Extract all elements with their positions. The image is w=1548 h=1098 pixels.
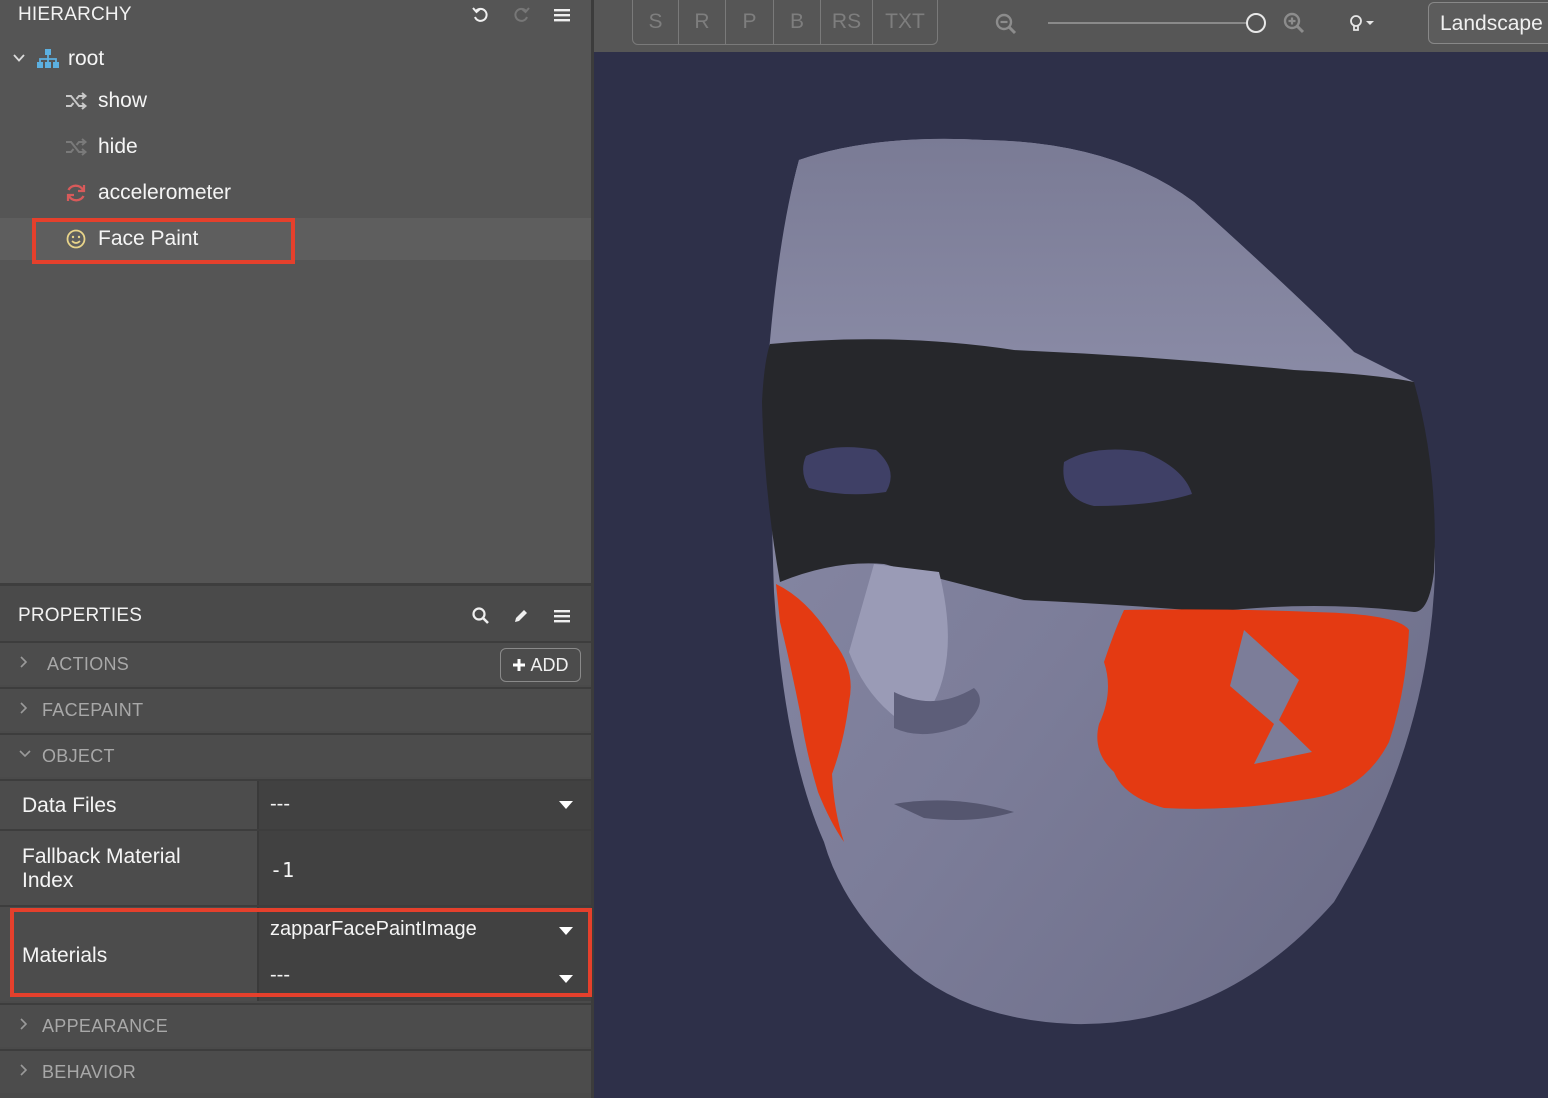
zoom-slider-track[interactable] — [1048, 22, 1254, 24]
menu-icon[interactable] — [551, 4, 573, 26]
view-mode-rs-button[interactable]: RS — [821, 0, 873, 44]
zoom-out-icon[interactable] — [994, 12, 1018, 41]
section-title: APPEARANCE — [42, 1016, 169, 1036]
prop-label-line1: Fallback Material — [22, 845, 181, 868]
chevron-right-icon — [18, 701, 32, 715]
view-mode-txt-button[interactable]: TXT — [873, 0, 937, 44]
prop-value: -1 — [270, 858, 295, 882]
fallback-index-input[interactable]: -1 — [257, 831, 591, 905]
add-action-button[interactable]: ADD — [500, 648, 581, 682]
plus-icon — [513, 659, 526, 671]
section-actions[interactable]: ACTIONS ADD — [0, 641, 591, 685]
section-appearance[interactable]: APPEARANCE — [0, 1003, 591, 1047]
zoom-slider-handle[interactable] — [1246, 13, 1266, 33]
search-icon[interactable] — [470, 605, 492, 627]
chevron-right-icon — [18, 1017, 32, 1031]
hierarchy-panel: HIERARCHY root show hide accelerometer F… — [0, 0, 591, 586]
light-bulb-icon[interactable] — [1348, 14, 1380, 39]
tree-item-show[interactable]: show — [0, 80, 591, 122]
tree-item-label: hide — [98, 135, 138, 158]
section-behavior[interactable]: BEHAVIOR — [0, 1049, 591, 1093]
properties-header: PROPERTIES — [0, 589, 591, 641]
materials-highlight — [10, 908, 592, 997]
undo-icon[interactable] — [470, 4, 492, 26]
view-mode-s-button[interactable]: S — [633, 0, 679, 44]
view-mode-buttons: S R P B RS TXT — [632, 0, 938, 45]
zoom-in-icon[interactable] — [1282, 11, 1306, 40]
prop-fallback-material-index: Fallback Material Index -1 — [0, 829, 591, 905]
left-panels: HIERARCHY root show hide accelerometer F… — [0, 0, 594, 1098]
prop-label: Data Files — [22, 794, 117, 817]
data-files-select[interactable]: --- — [257, 781, 591, 829]
section-object[interactable]: OBJECT — [0, 733, 591, 777]
face-paint-highlight — [32, 218, 295, 264]
shuffle-icon — [64, 136, 88, 158]
tree-item-label: root — [68, 47, 105, 70]
chevron-right-icon — [18, 1063, 32, 1077]
section-facepaint[interactable]: FACEPAINT — [0, 687, 591, 731]
left-eye-hole — [803, 447, 891, 495]
view-mode-r-button[interactable]: R — [679, 0, 726, 44]
orientation-dropdown[interactable]: Landscape — [1428, 2, 1548, 44]
prop-label-line2: Index — [22, 869, 74, 892]
shuffle-icon — [64, 90, 88, 112]
caret-down-icon — [559, 801, 573, 809]
tree-item-root[interactable]: root — [0, 38, 591, 80]
face-mesh-preview[interactable] — [594, 52, 1548, 1098]
tree-item-label: show — [98, 89, 148, 112]
tree-item-label: accelerometer — [98, 181, 232, 204]
redo-icon[interactable] — [510, 4, 532, 26]
properties-panel: PROPERTIES ACTIONS ADD FACEPAINT OBJECT … — [0, 589, 592, 1098]
add-button-label: ADD — [530, 654, 569, 675]
hierarchy-tree-icon — [36, 48, 60, 70]
prop-value: --- — [270, 793, 290, 815]
pencil-icon[interactable] — [510, 605, 532, 627]
3d-viewport[interactable]: S R P B RS TXT Landscape — [594, 0, 1548, 1098]
hierarchy-title: HIERARCHY — [18, 4, 132, 25]
menu-icon[interactable] — [551, 605, 573, 627]
tree-item-hide[interactable]: hide — [0, 126, 591, 168]
chevron-down-icon — [18, 747, 32, 761]
section-title: BEHAVIOR — [42, 1062, 137, 1082]
hierarchy-header: HIERARCHY — [0, 0, 591, 32]
refresh-icon — [64, 182, 88, 204]
chevron-down-icon[interactable] — [12, 51, 26, 70]
properties-title: PROPERTIES — [18, 605, 143, 626]
view-mode-p-button[interactable]: P — [726, 0, 774, 44]
section-title: ACTIONS — [47, 654, 130, 674]
view-mode-b-button[interactable]: B — [774, 0, 821, 44]
prop-data-files: Data Files --- — [0, 779, 591, 829]
section-title: OBJECT — [42, 746, 115, 766]
viewport-toolbar: S R P B RS TXT Landscape — [594, 0, 1548, 52]
chevron-right-icon — [18, 655, 32, 669]
tree-item-accelerometer[interactable]: accelerometer — [0, 172, 591, 214]
section-title: FACEPAINT — [42, 700, 144, 720]
